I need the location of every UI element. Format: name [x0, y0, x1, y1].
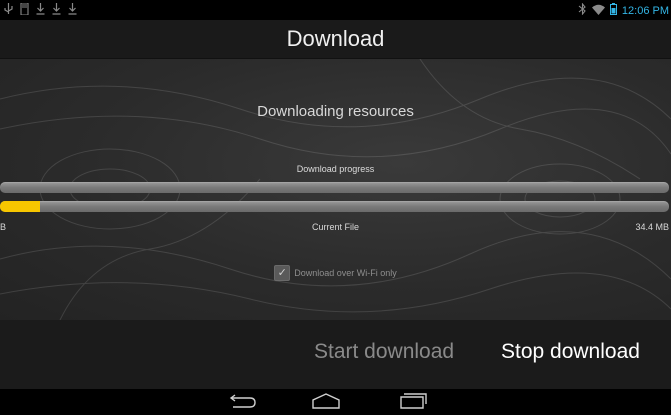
current-file-label: Current File	[311, 222, 359, 232]
wifi-only-option[interactable]: ✓ Download over Wi-Fi only	[0, 265, 671, 281]
download-panel: Downloading resources Download progress …	[0, 59, 671, 320]
usb-icon	[4, 3, 13, 19]
bluetooth-icon	[578, 2, 587, 19]
clock: 12:06 PM	[621, 5, 669, 17]
wifi-only-checkbox[interactable]: ✓	[274, 265, 291, 281]
status-bar: 12:06 PM	[0, 0, 671, 20]
notification-icons	[4, 2, 77, 19]
file-info-row: B Current File 34.4 MB	[0, 222, 671, 236]
back-icon[interactable]	[228, 392, 258, 410]
home-icon[interactable]	[311, 392, 341, 410]
overall-progress-bar	[0, 182, 669, 193]
start-download-button[interactable]: Start download	[314, 340, 454, 364]
action-bar: Start download Stop download	[0, 320, 671, 389]
download-icon	[68, 3, 77, 19]
battery-icon	[609, 3, 617, 19]
title-bar: Download	[0, 20, 671, 59]
navigation-bar	[0, 389, 671, 413]
file-progress-fill	[0, 201, 41, 212]
page-title: Download	[286, 26, 385, 51]
download-icon	[52, 3, 61, 19]
progress-label: Download progress	[296, 164, 375, 174]
system-icons: 12:06 PM	[578, 2, 669, 19]
wifi-icon	[591, 4, 605, 19]
checkmark-icon: ✓	[277, 267, 287, 279]
file-progress-bar	[0, 201, 669, 212]
status-heading: Downloading resources	[257, 103, 414, 120]
recent-apps-icon[interactable]	[398, 392, 428, 410]
stop-download-button[interactable]: Stop download	[501, 340, 640, 364]
sd-card-icon	[20, 2, 29, 19]
wifi-only-label: Download over Wi-Fi only	[294, 268, 397, 278]
download-icon	[36, 3, 45, 19]
file-total-size: 34.4 MB	[635, 222, 669, 232]
